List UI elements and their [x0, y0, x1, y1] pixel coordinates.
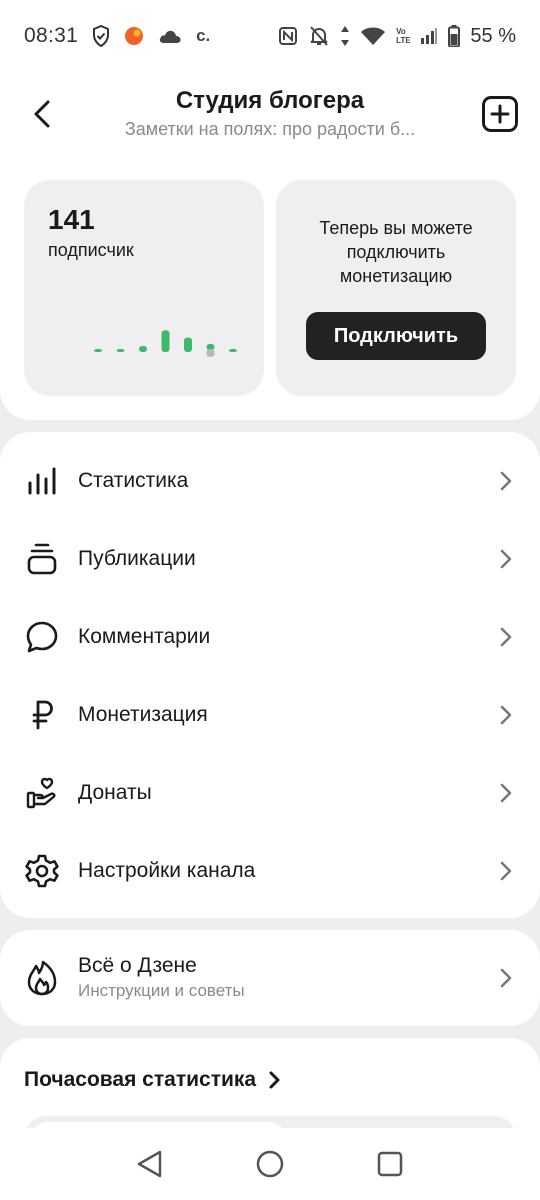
monetization-promo-text: Теперь вы можете подключить монетизацию [319, 218, 473, 286]
about-subtitle: Инструкции и советы [78, 981, 245, 1000]
connect-monetization-button[interactable]: Подключить [306, 312, 486, 360]
hourly-stats-card: Почасовая статистика [0, 1038, 540, 1162]
circle-home-icon [256, 1150, 284, 1178]
back-button[interactable] [22, 94, 62, 134]
status-time: 08:31 [24, 24, 79, 47]
chevron-right-icon [496, 703, 516, 727]
stack-icon [24, 541, 60, 577]
page-title: Студия блогера [175, 87, 365, 114]
about-title: Всё о Дзене [78, 954, 197, 977]
sparkline-bar [161, 330, 170, 352]
nfc-icon [278, 26, 298, 46]
monetization-promo-card: Теперь вы можете подключить монетизацию … [276, 180, 516, 396]
volte-icon: Vo LTE [396, 27, 411, 45]
menu-item-comments[interactable]: Комментарии [0, 598, 540, 676]
sparkline-bar [116, 349, 125, 352]
flame-icon [24, 960, 60, 996]
bar-chart-icon [24, 463, 60, 499]
title-block: Студия блогера Заметки на полях: про рад… [90, 86, 450, 142]
sparkline-bar [229, 349, 237, 352]
status-bar: 08:31 c. Vo LTE 55 % [0, 0, 540, 72]
nav-recents-button[interactable] [370, 1144, 410, 1184]
channel-name: Заметки на полях: про радости б... [124, 119, 416, 139]
square-recents-icon [377, 1151, 403, 1177]
back-arrow-icon [34, 100, 50, 128]
hourly-stats-title: Почасовая статистика [24, 1068, 257, 1091]
chevron-right-icon [496, 547, 516, 571]
gear-icon [24, 853, 60, 889]
triangle-back-icon [137, 1150, 162, 1178]
header-card: Студия блогера Заметки на полях: про рад… [0, 72, 540, 420]
hand-heart-icon [24, 775, 60, 811]
ruble-icon [24, 697, 60, 733]
subscriber-sparkline [94, 330, 237, 357]
bell-off-icon [308, 25, 330, 47]
system-nav-bar [0, 1128, 540, 1200]
data-arrows-icon [340, 25, 350, 47]
chevron-right-icon [496, 781, 516, 805]
comment-icon [24, 619, 60, 655]
carrier-mark: c. [196, 26, 211, 45]
chevron-right-icon [496, 966, 516, 990]
sparkline-bar [184, 337, 192, 352]
subscribers-card[interactable]: 141 подписчик [24, 180, 264, 396]
signal-icon [420, 27, 438, 45]
orange-app-icon [124, 26, 144, 46]
menu-item-monetization[interactable]: Монетизация [0, 676, 540, 754]
create-post-button[interactable] [482, 96, 518, 132]
chevron-right-icon [496, 469, 516, 493]
menu-label: Донаты [78, 781, 152, 804]
menu-item-publications[interactable]: Публикации [0, 520, 540, 598]
about-dzen-item[interactable]: Всё о Дзене Инструкции и советы [0, 930, 540, 1026]
menu-item-statistics[interactable]: Статистика [0, 442, 540, 520]
wifi-icon [360, 26, 386, 46]
menu-label: Публикации [78, 547, 196, 570]
about-text: Всё о Дзене Инструкции и советы [78, 953, 496, 1003]
nav-back-button[interactable] [130, 1144, 170, 1184]
plus-icon [490, 104, 510, 124]
menu-label: Комментарии [78, 625, 211, 648]
chevron-right-icon [496, 625, 516, 649]
menu-label: Монетизация [78, 703, 208, 726]
nav-home-button[interactable] [250, 1144, 290, 1184]
menu-item-donations[interactable]: Донаты [0, 754, 540, 832]
shield-icon [92, 25, 110, 47]
chevron-right-icon [496, 859, 516, 883]
sparkline-bar [206, 349, 215, 357]
menu-label: Настройки канала [78, 859, 256, 882]
battery-percent: 55 % [470, 24, 516, 47]
sparkline-bar [94, 349, 102, 352]
cloud-icon [158, 28, 182, 44]
battery-icon [448, 25, 461, 47]
menu-label: Статистика [78, 469, 189, 492]
sparkline-bar [139, 346, 147, 352]
hourly-stats-link[interactable]: Почасовая статистика [24, 1068, 282, 1092]
chevron-right-icon [269, 1071, 280, 1089]
menu-item-channel-settings[interactable]: Настройки канала [0, 832, 540, 910]
studio-menu: Статистика Публикации Комментарии Монети… [0, 432, 540, 918]
